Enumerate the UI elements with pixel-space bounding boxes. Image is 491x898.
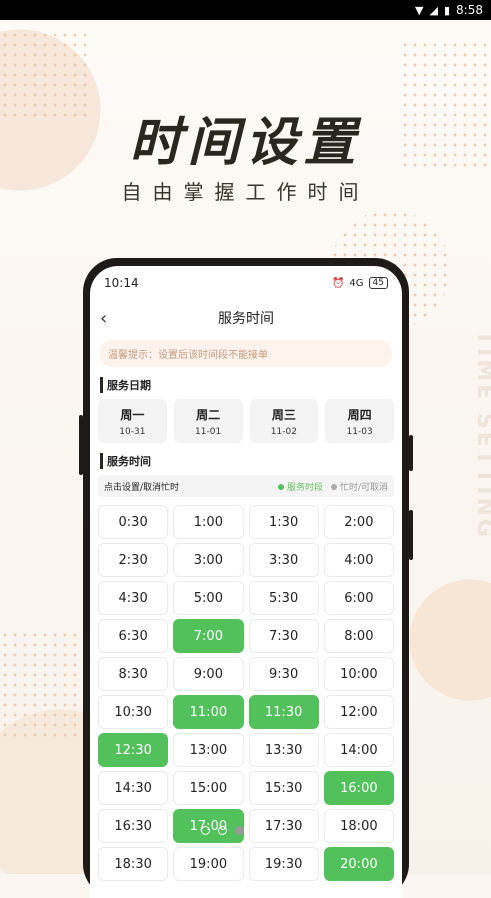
system-status-bar: ▼ ◢ ▮ 8:58 bbox=[0, 0, 491, 20]
legend-busy-label: 忙时/可取消 bbox=[339, 482, 388, 493]
time-slot[interactable]: 8:00 bbox=[323, 619, 394, 653]
day-date: 11-03 bbox=[346, 426, 373, 437]
headline: 时间设置 bbox=[129, 113, 362, 173]
section-title-time: 服务时间 bbox=[100, 453, 392, 469]
nav-bar: ‹ 服务时间 bbox=[90, 300, 402, 336]
phone-screen: 10:14 ⏰ 4G 45 ‹ 服务时间 温馨提示：设置后该时间段不能接单 服务… bbox=[90, 266, 402, 898]
time-slot[interactable]: 14:00 bbox=[323, 733, 394, 767]
time-slot[interactable]: 9:30 bbox=[248, 657, 319, 691]
legend-service: 服务时段 bbox=[277, 480, 323, 493]
time-slot[interactable]: 16:30 bbox=[98, 809, 169, 843]
time-slot[interactable]: 16:00 bbox=[323, 771, 394, 805]
day-date: 11-02 bbox=[270, 426, 297, 437]
time-slot[interactable]: 15:00 bbox=[173, 771, 244, 805]
legend-bar: 点击设置/取消忙时 服务时段 忙时/可取消 bbox=[98, 475, 394, 497]
legend-hint: 点击设置/取消忙时 bbox=[104, 482, 180, 493]
time-slot[interactable]: 3:00 bbox=[173, 543, 244, 577]
tip-banner: 温馨提示：设置后该时间段不能接单 bbox=[100, 340, 392, 367]
time-slot[interactable]: 11:30 bbox=[248, 695, 319, 729]
day-week: 周四 bbox=[347, 407, 372, 422]
day-tab-wed[interactable]: 周三 11-02 bbox=[249, 399, 319, 443]
day-tab-mon[interactable]: 周一 10-31 bbox=[98, 399, 167, 443]
time-slot[interactable]: 4:30 bbox=[98, 581, 169, 615]
pager-dot[interactable] bbox=[235, 826, 244, 835]
time-slot[interactable]: 13:30 bbox=[248, 733, 319, 767]
time-slot[interactable]: 10:00 bbox=[323, 657, 394, 691]
battery-icon: ▮ bbox=[443, 3, 451, 17]
signal-icon: 4G bbox=[349, 277, 364, 289]
day-week: 周二 bbox=[196, 407, 221, 422]
phone-side-button bbox=[409, 510, 413, 560]
time-slot[interactable]: 11:00 bbox=[173, 695, 244, 729]
back-arrow-icon[interactable]: ‹ bbox=[100, 308, 107, 329]
time-slot[interactable]: 13:00 bbox=[173, 733, 244, 767]
time-slot[interactable]: 18:00 bbox=[323, 809, 394, 843]
time-slot[interactable]: 12:30 bbox=[98, 733, 169, 767]
time-slot[interactable]: 2:00 bbox=[323, 505, 394, 539]
time-slot[interactable]: 19:00 bbox=[173, 847, 244, 881]
phone-side-button bbox=[409, 435, 413, 471]
wifi-icon: ▼ bbox=[415, 3, 424, 17]
green-dot-icon bbox=[277, 484, 284, 490]
time-slot[interactable]: 15:30 bbox=[248, 771, 319, 805]
no-signal-icon: ◢ bbox=[429, 3, 438, 17]
time-slot[interactable]: 7:30 bbox=[248, 619, 319, 653]
gray-dot-icon bbox=[330, 484, 337, 490]
day-week: 周三 bbox=[271, 407, 296, 422]
time-slot[interactable]: 8:30 bbox=[98, 657, 169, 691]
time-slot[interactable]: 18:30 bbox=[98, 847, 169, 881]
time-slot[interactable]: 1:00 bbox=[173, 505, 244, 539]
phone-mockup: 10:14 ⏰ 4G 45 ‹ 服务时间 温馨提示：设置后该时间段不能接单 服务… bbox=[83, 258, 409, 898]
time-slot[interactable]: 17:30 bbox=[248, 809, 319, 843]
time-slot[interactable]: 6:00 bbox=[323, 581, 394, 615]
section-title-date: 服务日期 bbox=[100, 377, 392, 393]
subline: 自由掌握工作时间 bbox=[121, 180, 370, 204]
legend-busy: 忙时/可取消 bbox=[330, 480, 388, 493]
day-date: 10-31 bbox=[119, 426, 146, 437]
time-slot[interactable]: 5:30 bbox=[248, 581, 319, 615]
day-selector: 周一 10-31 周二 11-01 周三 11-02 周四 11-03 bbox=[90, 399, 402, 443]
time-slot[interactable]: 1:30 bbox=[248, 505, 319, 539]
time-slot[interactable]: 10:30 bbox=[98, 695, 169, 729]
pager-dot[interactable] bbox=[218, 826, 227, 835]
day-week: 周一 bbox=[120, 407, 145, 422]
phone-time: 10:14 bbox=[104, 276, 139, 290]
time-slot[interactable]: 6:30 bbox=[98, 619, 169, 653]
time-slot[interactable]: 19:30 bbox=[248, 847, 319, 881]
time-slot[interactable]: 14:30 bbox=[98, 771, 169, 805]
time-slot[interactable]: 4:00 bbox=[323, 543, 394, 577]
day-tab-thu[interactable]: 周四 11-03 bbox=[325, 399, 394, 443]
time-slot[interactable]: 2:30 bbox=[98, 543, 169, 577]
page-indicator bbox=[201, 826, 251, 835]
time-slot[interactable]: 20:00 bbox=[323, 847, 394, 881]
alarm-icon: ⏰ bbox=[331, 277, 345, 289]
day-tab-tue[interactable]: 周二 11-01 bbox=[173, 399, 243, 443]
time-slot[interactable]: 0:30 bbox=[98, 505, 169, 539]
page-title: 服务时间 bbox=[218, 311, 274, 327]
day-date: 11-01 bbox=[195, 426, 222, 437]
system-time: 8:58 bbox=[456, 3, 483, 17]
pager-dot[interactable] bbox=[201, 826, 210, 835]
time-slot[interactable]: 7:00 bbox=[173, 619, 244, 653]
vertical-watermark: TIME SETTING bbox=[472, 330, 491, 540]
dot-pattern bbox=[0, 630, 80, 740]
legend-service-label: 服务时段 bbox=[286, 482, 323, 493]
phone-status-bar: 10:14 ⏰ 4G 45 bbox=[90, 266, 402, 300]
time-slot[interactable]: 3:30 bbox=[248, 543, 319, 577]
time-slot[interactable]: 9:00 bbox=[173, 657, 244, 691]
battery-level: 45 bbox=[368, 277, 388, 289]
time-slot[interactable]: 12:00 bbox=[323, 695, 394, 729]
time-slot[interactable]: 5:00 bbox=[173, 581, 244, 615]
